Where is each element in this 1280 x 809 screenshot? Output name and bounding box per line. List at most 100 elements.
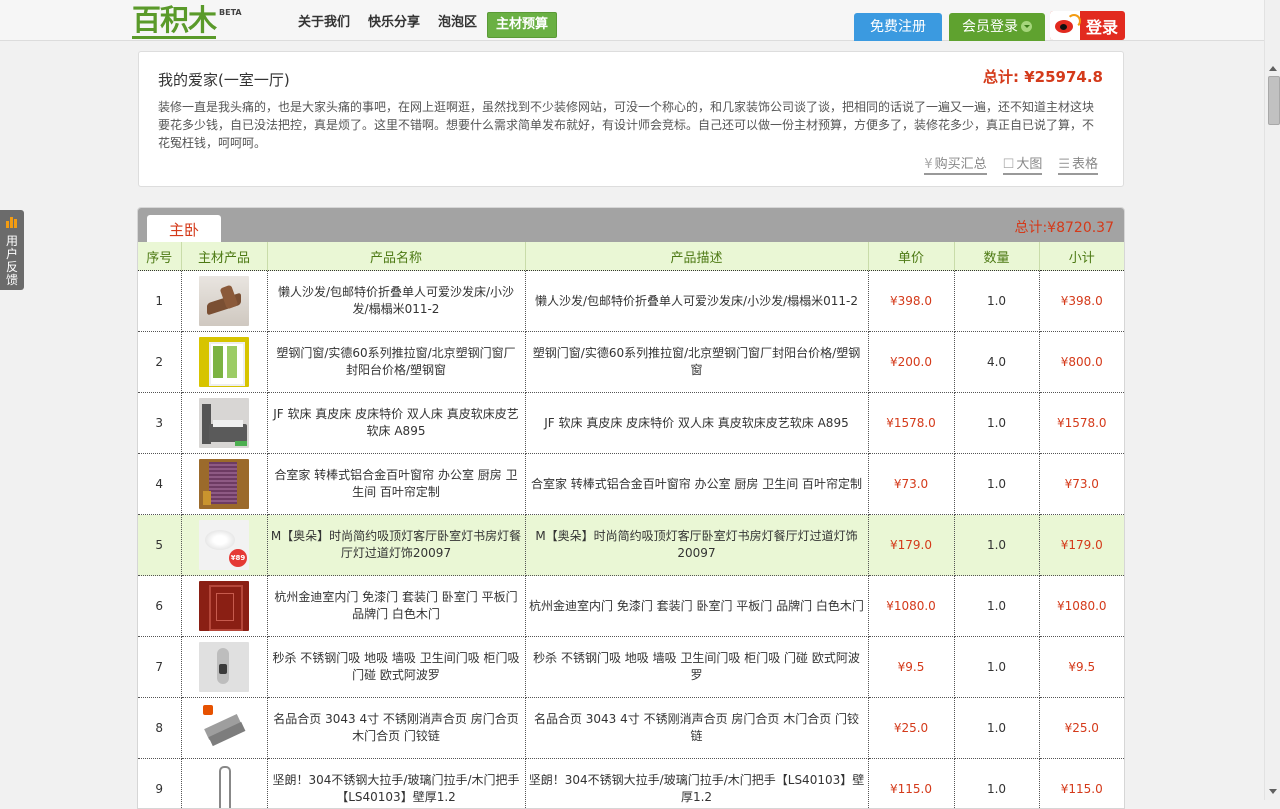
table-row[interactable]: 8 名品合页 3043 4寸 不锈刚消声合页 房门合页 木门合页 门铰链名品合页 …: [138, 698, 1124, 759]
view-purchase-summary[interactable]: ¥购买汇总: [924, 153, 986, 175]
product-name[interactable]: 合室家 转棒式铝合金百叶窗帘 办公室 厨房 卫生间 百叶帘定制: [267, 454, 525, 515]
view-large-image-label: 大图: [1016, 157, 1042, 172]
square-icon: ☐: [1003, 157, 1015, 172]
feedback-tab[interactable]: 用户反馈: [0, 210, 24, 290]
product-thumbnail-cell[interactable]: [181, 332, 267, 393]
product-thumbnail[interactable]: [199, 703, 249, 753]
subtotal: ¥179.0: [1039, 515, 1124, 576]
product-thumbnail[interactable]: [199, 581, 249, 631]
table-row[interactable]: 9坚朗！304不锈钢大拉手/玻璃门拉手/木门把手【LS40103】壁厚1.2坚朗…: [138, 759, 1124, 809]
member-login-button[interactable]: 会员登录: [949, 13, 1045, 41]
product-thumbnail-cell[interactable]: [181, 698, 267, 759]
row-number: 1: [138, 271, 181, 332]
weibo-icon: [1050, 11, 1080, 40]
column-header: 序号: [138, 242, 181, 271]
product-description: 杭州金迪室内门 免漆门 套装门 卧室门 平板门 品牌门 白色木门: [525, 576, 868, 637]
view-switcher: ¥购买汇总 ☐大图 ☰表格: [924, 153, 1098, 175]
unit-price: ¥200.0: [868, 332, 954, 393]
product-thumbnail-cell[interactable]: [181, 454, 267, 515]
subtotal: ¥398.0: [1039, 271, 1124, 332]
product-name[interactable]: 名品合页 3043 4寸 不锈刚消声合页 房门合页 木门合页 门铰链: [267, 698, 525, 759]
nav-about[interactable]: 关于我们: [290, 12, 358, 38]
quantity: 1.0: [954, 515, 1039, 576]
product-thumbnail[interactable]: ¥89: [199, 520, 249, 570]
table-row[interactable]: 3JF 软床 真皮床 皮床特价 双人床 真皮软床皮艺软床 A895JF 软床 真…: [138, 393, 1124, 454]
table-row[interactable]: 5¥89M【奥朵】时尚简约吸顶灯客厅卧室灯书房灯餐厅灯过道灯饰20097M【奥朵…: [138, 515, 1124, 576]
unit-price: ¥1080.0: [868, 576, 954, 637]
product-description: 坚朗！304不锈钢大拉手/玻璃门拉手/木门把手【LS40103】壁厚1.2: [525, 759, 868, 809]
weibo-login-button[interactable]: 登录: [1050, 11, 1125, 40]
member-login-label: 会员登录: [962, 19, 1018, 35]
vertical-scrollbar[interactable]: [1264, 0, 1280, 800]
materials-table: 序号 主材产品 产品名称 产品描述 单价 数量 小计 1 懒人沙发/包邮特价折叠单…: [138, 242, 1124, 809]
product-thumbnail[interactable]: [199, 764, 249, 809]
quantity: 1.0: [954, 454, 1039, 515]
project-description: 装修一直是我头痛的，也是大家头痛的事吧，在网上逛啊逛，虽然找到不少装修网站，可没…: [158, 98, 1103, 152]
quantity: 1.0: [954, 393, 1039, 454]
quantity: 1.0: [954, 637, 1039, 698]
site-logo[interactable]: 百积木 BETA: [132, 4, 242, 36]
table-header-row: 序号 主材产品 产品名称 产品描述 单价 数量 小计: [138, 242, 1124, 271]
top-bar: 百积木 BETA 关于我们 快乐分享 泡泡区 主材预算 免费注册 会员登录 登录: [0, 0, 1264, 41]
table-row[interactable]: 1懒人沙发/包邮特价折叠单人可爱沙发床/小沙发/榻榻米011-2懒人沙发/包邮特…: [138, 271, 1124, 332]
subtotal: ¥1578.0: [1039, 393, 1124, 454]
product-thumbnail[interactable]: [199, 337, 249, 387]
row-number: 3: [138, 393, 181, 454]
subtotal: ¥115.0: [1039, 759, 1124, 809]
table-row[interactable]: 2塑钢门窗/实德60系列推拉窗/北京塑钢门窗厂封阳台价格/塑钢窗塑钢门窗/实德6…: [138, 332, 1124, 393]
product-thumbnail[interactable]: [199, 459, 249, 509]
product-thumbnail[interactable]: [199, 276, 249, 326]
main-nav: 关于我们 快乐分享 泡泡区 主材预算: [290, 12, 559, 38]
view-large-image[interactable]: ☐大图: [1003, 153, 1043, 175]
scroll-down-arrow[interactable]: [1269, 789, 1277, 794]
product-name[interactable]: JF 软床 真皮床 皮床特价 双人床 真皮软床皮艺软床 A895: [267, 393, 525, 454]
product-name[interactable]: M【奥朵】时尚简约吸顶灯客厅卧室灯书房灯餐厅灯过道灯饰20097: [267, 515, 525, 576]
product-thumbnail[interactable]: [199, 398, 249, 448]
subtotal: ¥1080.0: [1039, 576, 1124, 637]
table-row[interactable]: 6 杭州金迪室内门 免漆门 套装门 卧室门 平板门 品牌门 白色木门杭州金迪室内门…: [138, 576, 1124, 637]
bar-chart-icon: [6, 217, 18, 228]
product-thumbnail-cell[interactable]: [181, 637, 267, 698]
unit-price: ¥115.0: [868, 759, 954, 809]
column-header: 单价: [868, 242, 954, 271]
nav-budget[interactable]: 主材预算: [487, 12, 557, 38]
product-thumbnail-cell[interactable]: [181, 576, 267, 637]
unit-price: ¥73.0: [868, 454, 954, 515]
subtotal: ¥73.0: [1039, 454, 1124, 515]
row-number: 8: [138, 698, 181, 759]
register-button[interactable]: 免费注册: [854, 13, 942, 41]
product-description: 名品合页 3043 4寸 不锈刚消声合页 房门合页 木门合页 门铰链: [525, 698, 868, 759]
chevron-down-icon: [1021, 21, 1032, 32]
product-thumbnail-cell[interactable]: ¥89: [181, 515, 267, 576]
table-row[interactable]: 4合室家 转棒式铝合金百叶窗帘 办公室 厨房 卫生间 百叶帘定制合室家 转棒式铝…: [138, 454, 1124, 515]
unit-price: ¥398.0: [868, 271, 954, 332]
table-row[interactable]: 7秒杀 不锈钢门吸 地吸 墙吸 卫生间门吸 柜门吸 门碰 欧式阿波罗秒杀 不锈钢…: [138, 637, 1124, 698]
room-tab[interactable]: 主卧: [147, 215, 221, 243]
nav-bubble[interactable]: 泡泡区: [430, 12, 485, 38]
product-thumbnail-cell[interactable]: [181, 271, 267, 332]
product-name[interactable]: 塑钢门窗/实德60系列推拉窗/北京塑钢门窗厂封阳台价格/塑钢窗: [267, 332, 525, 393]
product-name[interactable]: 秒杀 不锈钢门吸 地吸 墙吸 卫生间门吸 柜门吸 门碰 欧式阿波罗: [267, 637, 525, 698]
product-thumbnail-cell[interactable]: [181, 759, 267, 809]
view-purchase-summary-label: 购买汇总: [935, 157, 987, 172]
quantity: 1.0: [954, 759, 1039, 809]
view-table[interactable]: ☰表格: [1058, 153, 1098, 175]
price-badge: ¥89: [229, 549, 247, 567]
column-header: 产品描述: [525, 242, 868, 271]
row-number: 6: [138, 576, 181, 637]
feedback-label: 用户反馈: [6, 235, 19, 287]
scroll-up-arrow[interactable]: [1269, 66, 1277, 71]
product-name[interactable]: 杭州金迪室内门 免漆门 套装门 卧室门 平板门 品牌门 白色木门: [267, 576, 525, 637]
unit-price: ¥1578.0: [868, 393, 954, 454]
row-number: 4: [138, 454, 181, 515]
unit-price: ¥179.0: [868, 515, 954, 576]
logo-beta-badge: BETA: [219, 8, 242, 17]
room-header: 主卧 总计:¥8720.37: [138, 208, 1124, 242]
yen-icon: ¥: [924, 157, 932, 172]
product-name[interactable]: 坚朗！304不锈钢大拉手/玻璃门拉手/木门把手【LS40103】壁厚1.2: [267, 759, 525, 809]
product-thumbnail[interactable]: [199, 642, 249, 692]
product-name[interactable]: 懒人沙发/包邮特价折叠单人可爱沙发床/小沙发/榻榻米011-2: [267, 271, 525, 332]
product-thumbnail-cell[interactable]: [181, 393, 267, 454]
scroll-thumb[interactable]: [1268, 76, 1280, 125]
nav-share[interactable]: 快乐分享: [360, 12, 428, 38]
